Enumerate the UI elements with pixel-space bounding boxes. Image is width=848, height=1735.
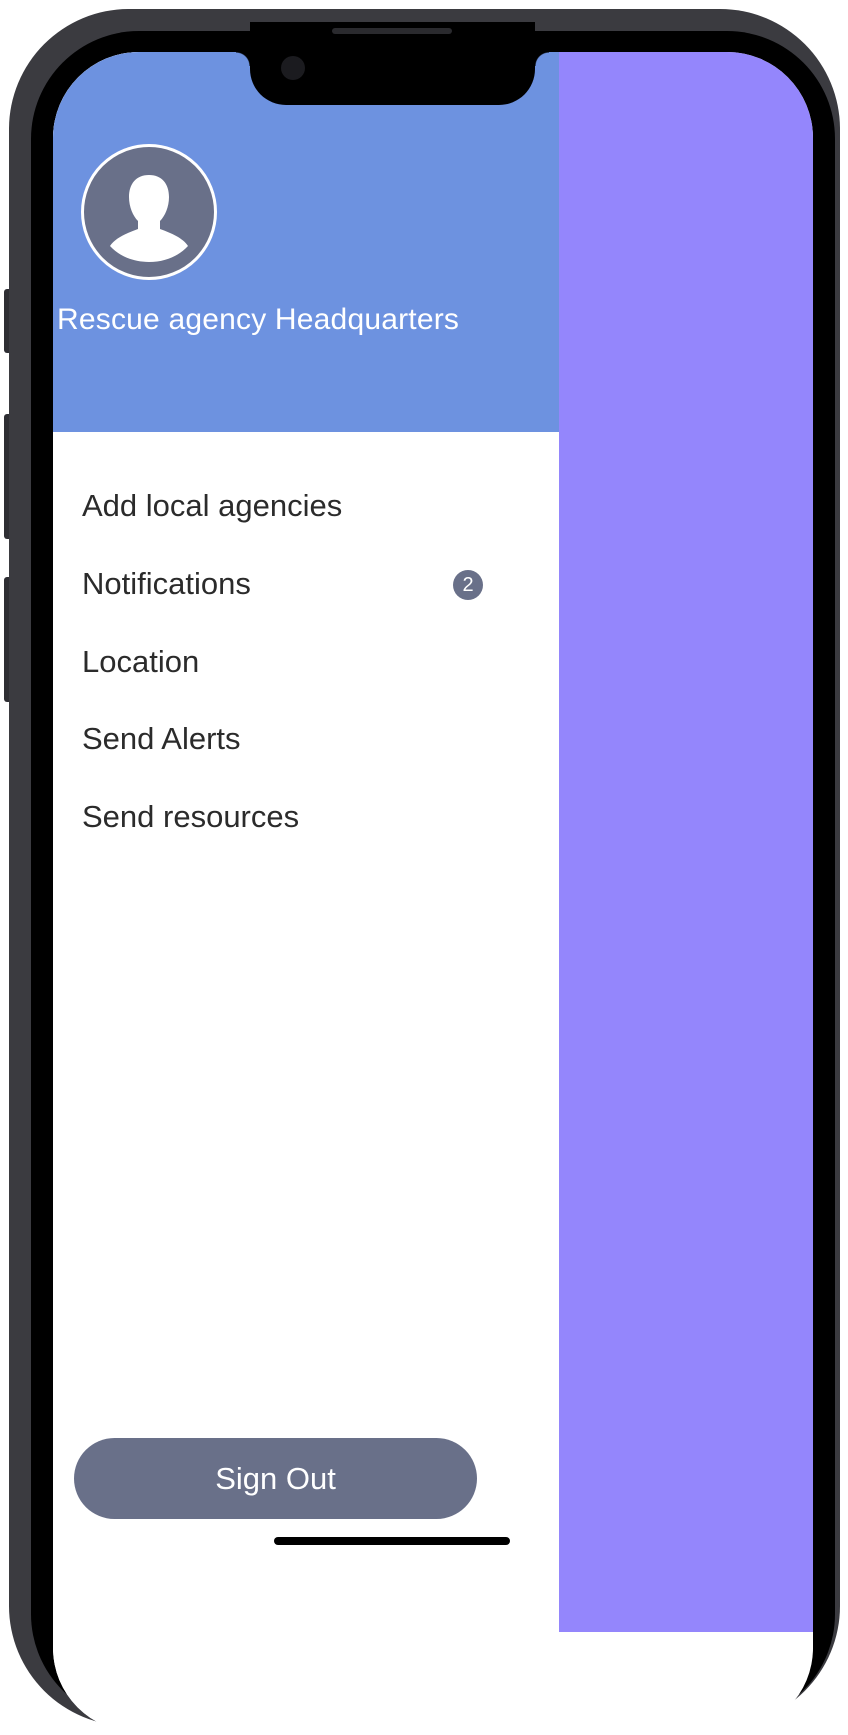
front-camera — [281, 56, 305, 80]
phone-screen: Rescue agency Headquarters Add local age… — [53, 52, 813, 1732]
menu-item-label: Notifications — [82, 566, 251, 601]
sign-out-button[interactable]: Sign Out — [74, 1438, 477, 1519]
home-indicator[interactable] — [274, 1537, 510, 1545]
menu-item-label: Location — [82, 644, 200, 679]
menu-item-label: Add local agencies — [82, 488, 343, 523]
speaker-grille — [332, 28, 452, 34]
menu-item-label: Send Alerts — [82, 721, 241, 756]
navigation-drawer: Rescue agency Headquarters Add local age… — [53, 52, 559, 1732]
menu-item-send-alerts[interactable]: Send Alerts — [53, 707, 559, 777]
drawer-header: Rescue agency Headquarters — [53, 52, 559, 432]
person-silhouette-icon — [110, 175, 188, 262]
avatar[interactable] — [81, 144, 217, 280]
menu-item-label: Send resources — [82, 799, 300, 834]
menu-item-add-local-agencies[interactable]: Add local agencies — [53, 474, 559, 544]
device-mockup: Rescue agency Headquarters Add local age… — [0, 0, 848, 1735]
menu-item-notifications[interactable]: Notifications 2 — [53, 552, 559, 622]
main-content-area[interactable] — [559, 52, 813, 1632]
menu-item-send-resources[interactable]: Send resources — [53, 785, 559, 855]
notification-count-badge: 2 — [453, 570, 483, 600]
menu-item-location[interactable]: Location — [53, 630, 559, 700]
agency-name: Rescue agency Headquarters — [57, 303, 460, 336]
